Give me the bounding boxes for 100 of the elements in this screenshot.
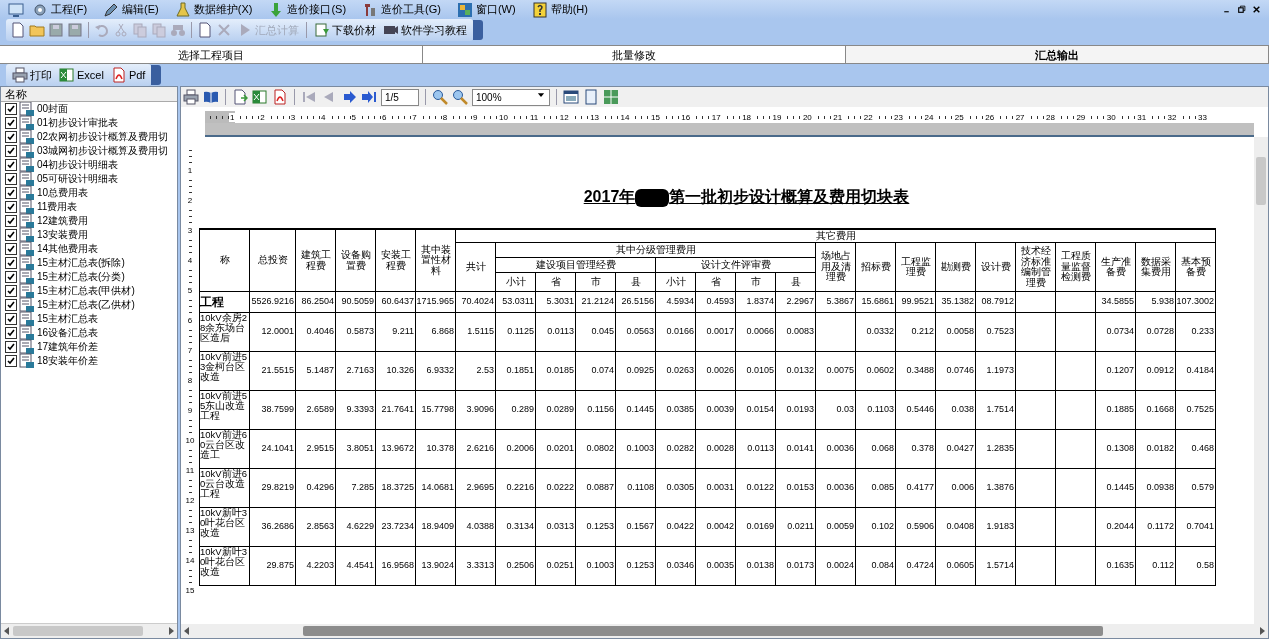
table-cell: 1.2835 xyxy=(975,429,1016,469)
column-header: 市 xyxy=(735,272,776,292)
tree-item[interactable]: 18安装年价差 xyxy=(37,354,99,368)
table-cell: 0.1108 xyxy=(615,468,656,508)
checkbox[interactable] xyxy=(5,299,17,311)
column-header: 招标费 xyxy=(855,242,896,292)
toolbar-grip[interactable] xyxy=(151,65,162,85)
export-button[interactable]: 打印 xyxy=(10,67,54,83)
table-cell: 0.0028 xyxy=(695,429,736,469)
page-field[interactable]: 1/5 xyxy=(381,88,419,106)
tree-item[interactable]: 13安装费用 xyxy=(37,228,89,242)
tree-item[interactable]: 15主材汇总表(拆除) xyxy=(37,256,125,270)
scroll-right-icon[interactable] xyxy=(168,627,174,635)
horizontal-scrollbar[interactable] xyxy=(181,624,1268,638)
report-icon xyxy=(19,129,35,145)
checkbox[interactable] xyxy=(5,257,17,269)
tree-item[interactable]: 02农网初步设计概算及费用切 xyxy=(37,130,169,144)
export-button[interactable]: Pdf xyxy=(108,67,148,83)
report-icon xyxy=(19,311,35,327)
checkbox[interactable] xyxy=(5,285,17,297)
scroll-right-icon[interactable] xyxy=(1259,627,1265,635)
checkbox[interactable] xyxy=(5,229,17,241)
row-name: 工程 xyxy=(199,291,250,313)
tree-item[interactable]: 16设备汇总表 xyxy=(37,326,99,340)
table-cell: 0.0734 xyxy=(1095,312,1136,352)
column-header: 工程质量监督检测费 xyxy=(1055,242,1096,292)
group-header: 其它费用 xyxy=(455,229,1216,243)
tree-item[interactable]: 04初步设计明细表 xyxy=(37,158,119,172)
checkbox[interactable] xyxy=(5,103,17,115)
tree-item[interactable]: 10总费用表 xyxy=(37,186,89,200)
tree-item[interactable]: 00封面 xyxy=(37,102,69,116)
checkbox[interactable] xyxy=(5,327,17,339)
table-cell: 0.1445 xyxy=(1095,468,1136,508)
checkbox[interactable] xyxy=(5,313,17,325)
tree-item[interactable]: 15主材汇总表(分类) xyxy=(37,270,125,284)
table-cell: 4.2203 xyxy=(295,546,336,586)
tree-item[interactable]: 11费用表 xyxy=(37,200,78,214)
checkbox[interactable] xyxy=(5,173,17,185)
tab[interactable]: 汇总输出 xyxy=(846,46,1269,63)
tree-item[interactable]: 12建筑费用 xyxy=(37,214,89,228)
delete-icon xyxy=(216,22,232,38)
tree-item[interactable]: 01初步设计审批表 xyxy=(37,116,119,130)
download-button[interactable]: 下载价材 xyxy=(312,22,378,38)
menu-item[interactable]: 工程(F) xyxy=(28,1,96,18)
table-cell: 0.233 xyxy=(1175,312,1216,352)
column-header: 其中装置性材料 xyxy=(415,229,456,292)
table-cell: 0.0075 xyxy=(815,351,856,391)
zoom-dropdown[interactable]: 100% xyxy=(472,88,550,106)
report-icon xyxy=(19,339,35,355)
table-cell: 0.0105 xyxy=(735,351,776,391)
horizontal-scrollbar[interactable] xyxy=(1,623,177,638)
tree-item[interactable]: 14其他费用表 xyxy=(37,242,99,256)
app-icon xyxy=(8,1,24,18)
table-cell: 0.0039 xyxy=(695,390,736,430)
tree-item[interactable]: 17建筑年价差 xyxy=(37,340,99,354)
table-cell: 0.112 xyxy=(1135,546,1176,586)
table-cell: 0.0746 xyxy=(935,351,976,391)
table-cell: 0.0122 xyxy=(735,468,776,508)
tree-item[interactable]: 05可研设计明细表 xyxy=(37,172,119,186)
menu-item[interactable]: 窗口(W) xyxy=(452,1,524,18)
menu-item[interactable]: 造价工具(G) xyxy=(358,1,449,18)
toolbar-grip[interactable] xyxy=(473,20,483,40)
tree-item[interactable]: 15主材汇总表 xyxy=(37,312,99,326)
checkbox[interactable] xyxy=(5,131,17,143)
scroll-left-icon[interactable] xyxy=(184,627,190,635)
menu-item[interactable]: 编辑(E) xyxy=(99,1,167,18)
checkbox[interactable] xyxy=(5,201,17,213)
tree-item[interactable]: 15主材汇总表(乙供材) xyxy=(37,298,135,312)
table-cell: 0.1207 xyxy=(1095,351,1136,391)
table-cell: 0.0042 xyxy=(695,507,736,547)
table-cell: 2.9695 xyxy=(455,468,496,508)
checkbox[interactable] xyxy=(5,271,17,283)
checkbox[interactable] xyxy=(5,215,17,227)
menu-item[interactable]: 帮助(H) xyxy=(527,1,596,18)
menu-item[interactable]: 数据维护(X) xyxy=(170,1,261,18)
table-cell: 9.211 xyxy=(375,312,416,352)
table-cell: 0.1445 xyxy=(615,390,656,430)
vertical-scrollbar[interactable] xyxy=(1254,137,1268,624)
report-icon xyxy=(19,199,35,215)
menu-item[interactable]: 造价接口(S) xyxy=(264,1,355,18)
table-cell: 3.3313 xyxy=(455,546,496,586)
checkbox[interactable] xyxy=(5,341,17,353)
checkbox[interactable] xyxy=(5,187,17,199)
table-cell: 1.8374 xyxy=(735,291,776,313)
tutorial-button[interactable]: 软件学习教程 xyxy=(381,22,469,38)
checkbox[interactable] xyxy=(5,243,17,255)
report-icon xyxy=(19,171,35,187)
excel-icon xyxy=(252,89,268,105)
scroll-left-icon[interactable] xyxy=(4,627,10,635)
table-cell: 34.5855 xyxy=(1095,291,1136,313)
checkbox[interactable] xyxy=(5,145,17,157)
export-button[interactable]: Excel xyxy=(57,67,106,83)
help-icon xyxy=(531,1,548,18)
table-cell: 5526.9216 xyxy=(249,291,296,313)
tree-item[interactable]: 15主材汇总表(甲供材) xyxy=(37,284,135,298)
checkbox[interactable] xyxy=(5,117,17,129)
checkbox[interactable] xyxy=(5,159,17,171)
checkbox[interactable] xyxy=(5,355,17,367)
table-cell: 0.4184 xyxy=(1175,351,1216,391)
tree-item[interactable]: 03城网初步设计概算及费用切 xyxy=(37,144,169,158)
